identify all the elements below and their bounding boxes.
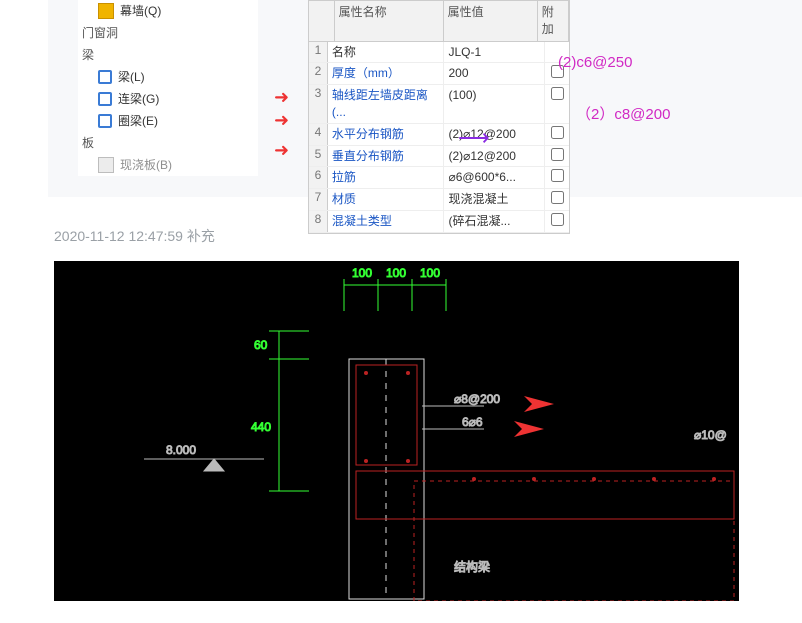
prop-extra[interactable]	[545, 124, 569, 145]
row-number: 6	[309, 167, 328, 188]
prop-name: 名称	[328, 42, 445, 63]
prop-name: 垂直分布钢筋	[328, 146, 445, 167]
arrow-icon: ➜	[274, 138, 289, 163]
prop-extra[interactable]	[545, 167, 569, 188]
col-name: 属性名称	[335, 1, 444, 41]
prop-name: 材质	[328, 189, 445, 210]
ringbeam-icon	[98, 114, 112, 128]
prop-value[interactable]: JLQ-1	[444, 42, 545, 63]
prop-extra[interactable]	[545, 85, 569, 123]
grid-row[interactable]: 6拉筋⌀6@600*6...	[309, 167, 569, 189]
arrow-icon: ➜	[274, 85, 289, 110]
tree-item-linkbeam[interactable]: 连梁(G)	[78, 88, 258, 110]
tree-item-slab[interactable]: 现浇板(B)	[78, 154, 258, 176]
tree-group-slab[interactable]: 板	[78, 132, 258, 154]
prop-name: 轴线距左墙皮距离(...	[328, 85, 445, 123]
row-number: 1	[309, 42, 328, 63]
slab-icon	[98, 157, 114, 173]
row-number: 7	[309, 189, 328, 210]
prop-extra[interactable]	[545, 211, 569, 232]
prop-value[interactable]: ⌀6@600*6...	[444, 167, 545, 188]
beam-label: 结构梁	[454, 559, 490, 574]
wall-icon	[98, 3, 114, 19]
row-number: 3	[309, 85, 328, 123]
arrow-icon: ⟶	[458, 123, 490, 154]
property-grid: 属性名称 属性值 附加 1名称JLQ-12厚度（mm）2003轴线距左墙皮距离(…	[308, 0, 570, 234]
grid-row[interactable]: 1名称JLQ-1	[309, 42, 569, 64]
app-screenshot: 幕墙(Q) 门窗洞 梁 梁(L) 连梁(G) 圈梁(E) 板 现浇板(B)	[48, 0, 802, 197]
prop-name: 混凝土类型	[328, 211, 445, 232]
dim-60: 60	[254, 338, 268, 352]
prop-value[interactable]: 现浇混凝土	[444, 189, 545, 210]
prop-name: 厚度（mm）	[328, 63, 445, 84]
dim-100: 100	[386, 266, 406, 280]
tree-label: 梁(L)	[118, 69, 145, 86]
grid-row[interactable]: 3轴线距左墙皮距离(...(100)	[309, 85, 569, 124]
col-value: 属性值	[444, 1, 538, 41]
grid-row[interactable]: 5垂直分布钢筋(2)⌀12@200	[309, 146, 569, 168]
prop-name: 水平分布钢筋	[328, 124, 445, 145]
tree-item-curtainwall[interactable]: 幕墙(Q)	[78, 0, 258, 22]
row-number: 4	[309, 124, 328, 145]
grid-header: 属性名称 属性值 附加	[309, 1, 569, 42]
tree-label: 幕墙(Q)	[120, 3, 161, 20]
rebar-label: ⌀10@	[694, 428, 727, 442]
arrow-icon: ➜	[274, 108, 289, 133]
beam-icon	[98, 70, 112, 84]
grid-row[interactable]: 4水平分布钢筋(2)⌀12@200	[309, 124, 569, 146]
tree-label: 圈梁(E)	[118, 113, 158, 130]
annotation-text: (2)c6@250	[558, 52, 632, 73]
prop-name: 拉筋	[328, 167, 445, 188]
tree-label: 连梁(G)	[118, 91, 159, 108]
prop-value[interactable]: (碎石混凝...	[444, 211, 545, 232]
linkbeam-icon	[98, 92, 112, 106]
dim-100: 100	[352, 266, 372, 280]
prop-value[interactable]: 200	[444, 63, 545, 84]
elev: 8.000	[166, 443, 196, 457]
rebar-label: 6⌀6	[462, 415, 483, 429]
dim-100: 100	[420, 266, 440, 280]
grid-row[interactable]: 7材质现浇混凝土	[309, 189, 569, 211]
tree-group-opening[interactable]: 门窗洞	[78, 22, 258, 44]
col-extra: 附加	[538, 1, 569, 41]
component-tree: 幕墙(Q) 门窗洞 梁 梁(L) 连梁(G) 圈梁(E) 板 现浇板(B)	[78, 0, 258, 176]
dim-440: 440	[251, 420, 271, 434]
cad-drawing: 100 100 100 60 440 8.000	[54, 261, 739, 601]
grid-row[interactable]: 8混凝土类型(碎石混凝...	[309, 211, 569, 233]
tree-item-beam[interactable]: 梁(L)	[78, 66, 258, 88]
grid-row[interactable]: 2厚度（mm）200	[309, 63, 569, 85]
row-number: 2	[309, 63, 328, 84]
annotation-text: （2）c8@200	[576, 104, 670, 125]
rebar-label: ⌀8@200	[454, 392, 500, 406]
tree-group-beam[interactable]: 梁	[78, 44, 258, 66]
tree-item-ringbeam[interactable]: 圈梁(E)	[78, 110, 258, 132]
prop-value[interactable]: (100)	[444, 85, 545, 123]
tree-label: 现浇板(B)	[120, 157, 172, 174]
prop-extra[interactable]	[545, 146, 569, 167]
prop-extra[interactable]	[545, 189, 569, 210]
row-number: 5	[309, 146, 328, 167]
row-number: 8	[309, 211, 328, 232]
